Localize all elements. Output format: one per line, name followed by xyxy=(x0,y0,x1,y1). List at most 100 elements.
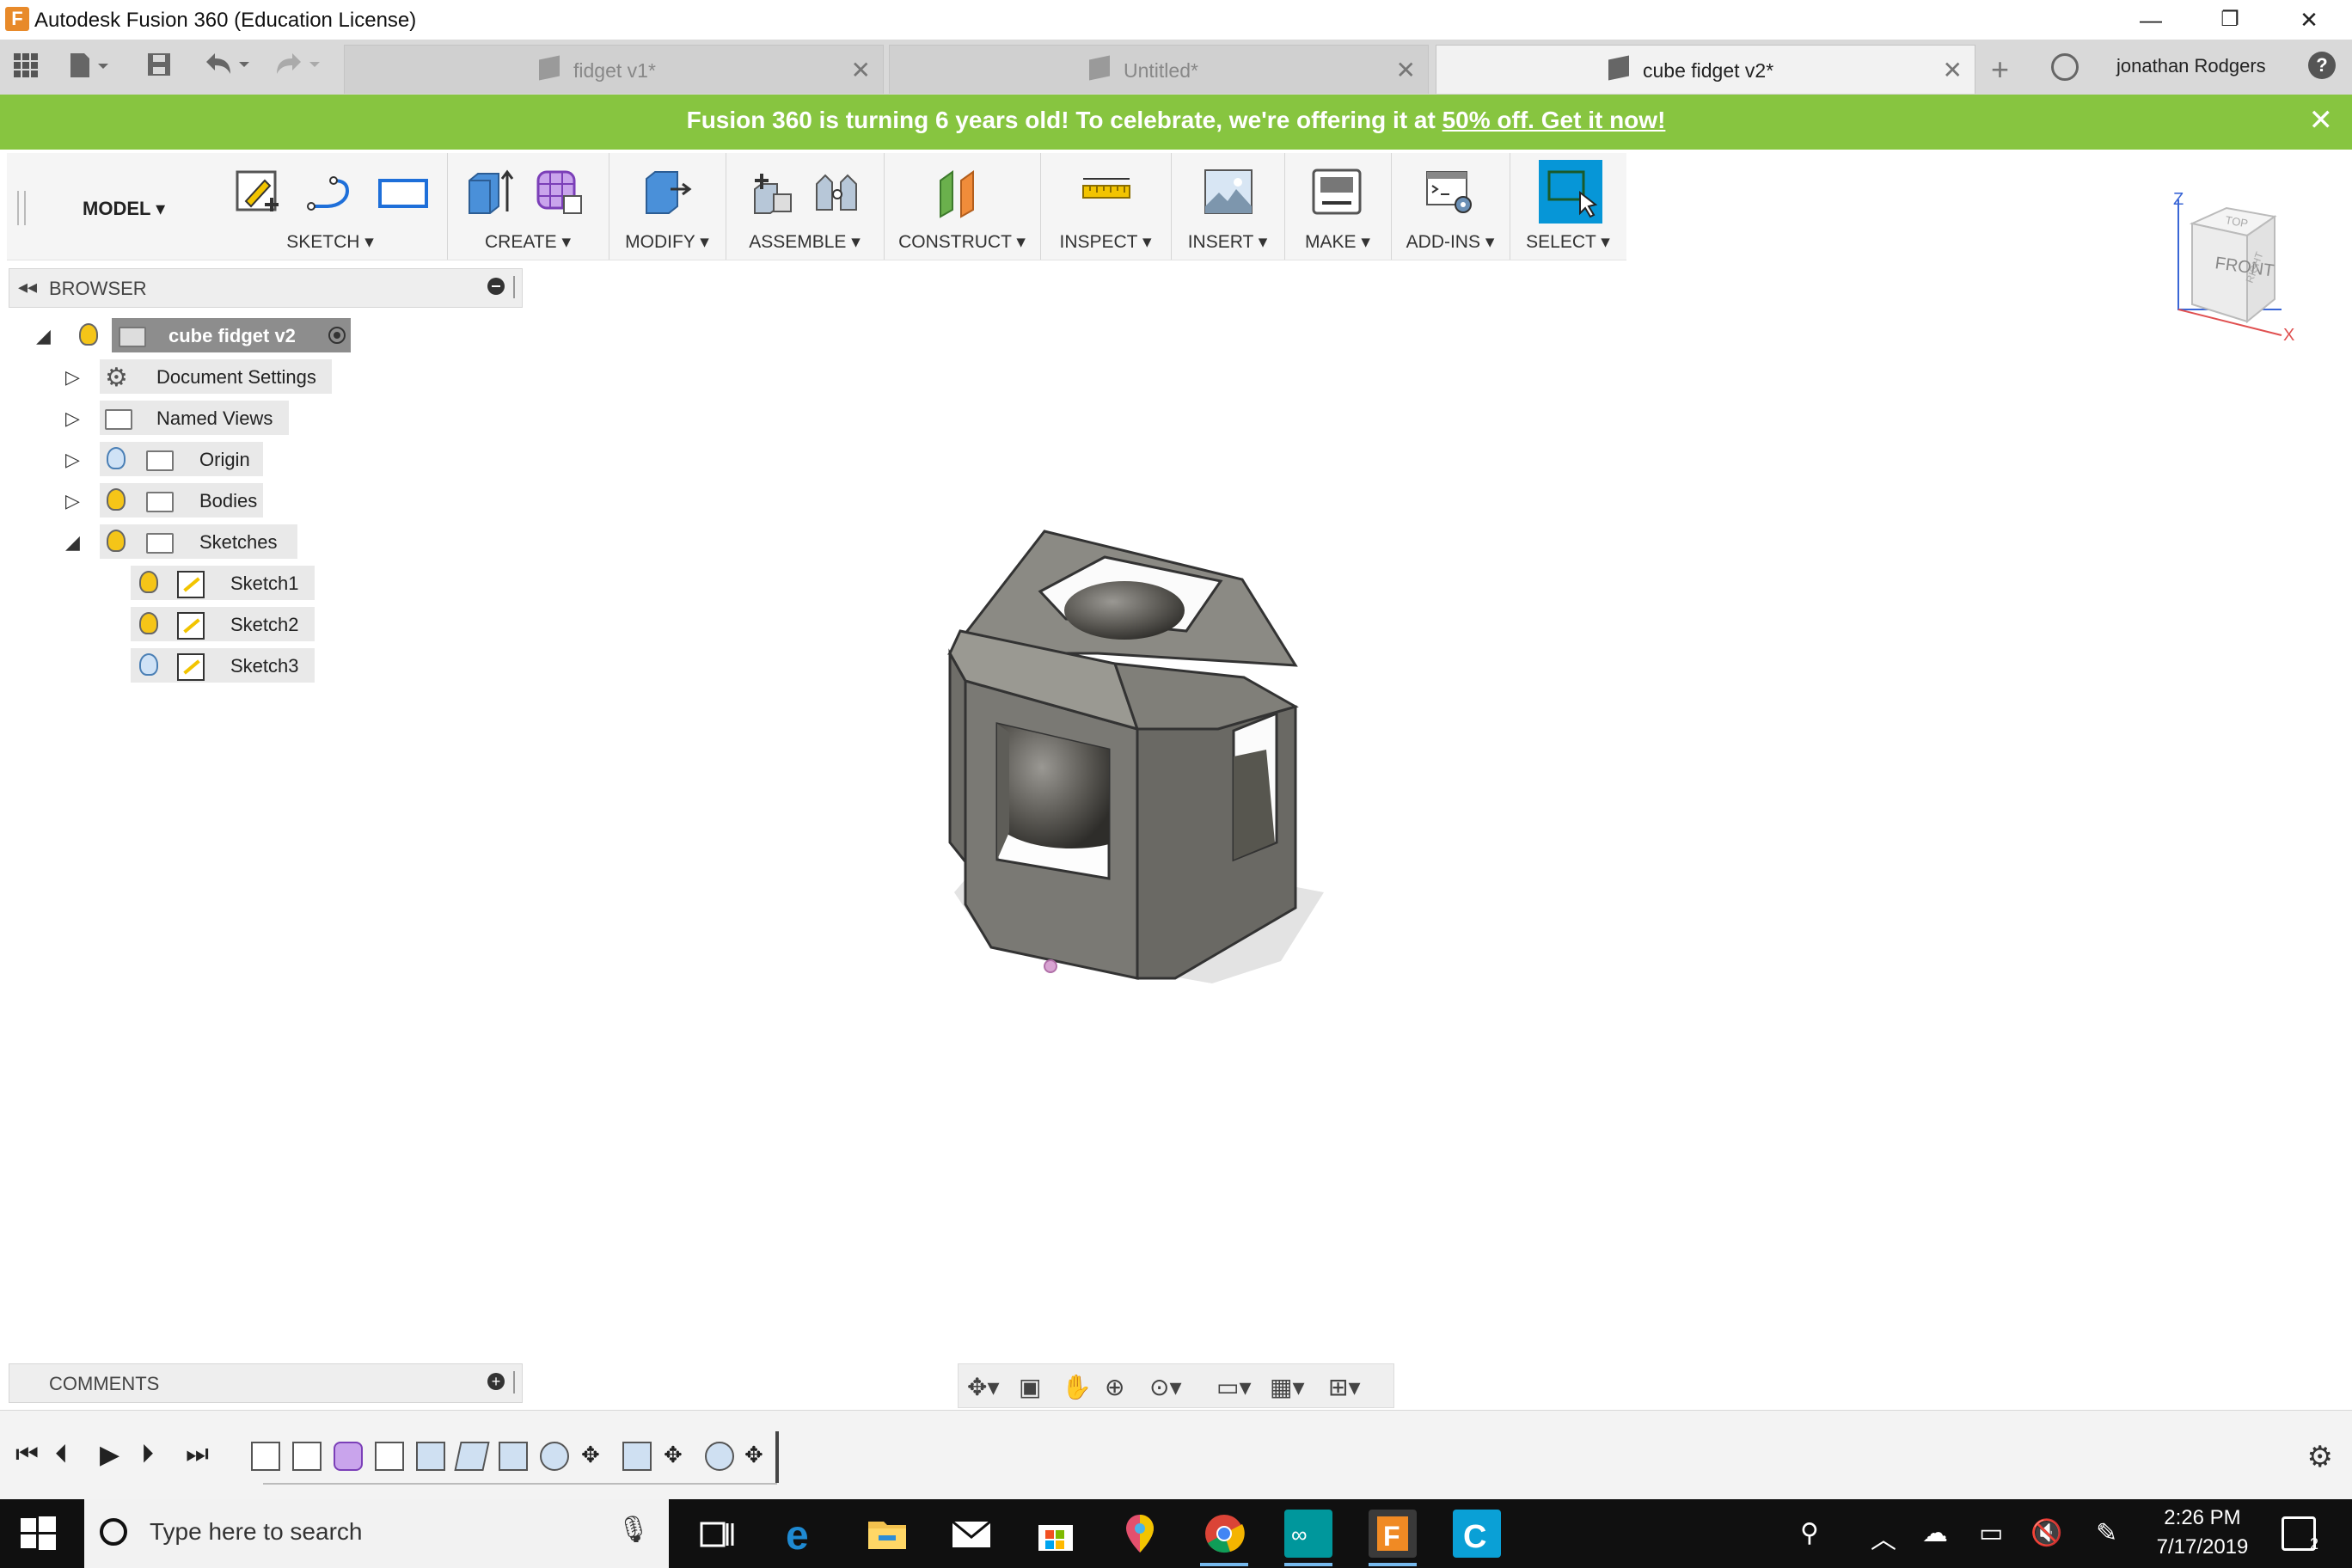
extrude-icon[interactable] xyxy=(464,163,518,220)
battery-icon[interactable]: ▭ xyxy=(1979,1518,2003,1548)
visibility-bulb-off-icon[interactable] xyxy=(107,447,126,469)
new-component-icon[interactable] xyxy=(743,163,796,220)
save-icon[interactable] xyxy=(146,52,172,84)
microphone-icon[interactable]: 🎙 xyxy=(617,1515,650,1545)
expand-triangle-icon[interactable]: ▷ xyxy=(65,490,80,512)
visibility-bulb-icon[interactable] xyxy=(139,612,158,634)
collapse-triangle-icon[interactable]: ◢ xyxy=(65,531,80,554)
volume-muted-icon[interactable]: 🔇 xyxy=(2030,1518,2062,1548)
tab-fidget-v1[interactable]: fidget v1* ✕ xyxy=(344,45,884,94)
visibility-bulb-icon[interactable] xyxy=(107,488,126,511)
play-icon[interactable]: ▶ xyxy=(100,1440,119,1470)
go-to-end-icon[interactable]: ⏭ xyxy=(186,1440,209,1469)
timeline-marker[interactable] xyxy=(775,1431,779,1483)
store-icon[interactable] xyxy=(1032,1510,1080,1558)
activate-radio-icon[interactable] xyxy=(328,327,346,344)
visibility-bulb-icon[interactable] xyxy=(107,530,126,552)
scripts-addins-icon[interactable] xyxy=(1424,163,1477,220)
timeline-sketch-icon[interactable] xyxy=(292,1442,322,1471)
tab-cube-fidget-v2[interactable]: cube fidget v2* ✕ xyxy=(1436,45,1975,94)
cube-fidget-model[interactable] xyxy=(928,499,1375,1014)
offset-plane-icon[interactable] xyxy=(935,163,989,220)
make-menu-label[interactable]: MAKE ▾ xyxy=(1284,231,1391,253)
look-at-icon[interactable]: ▣ xyxy=(1019,1373,1041,1401)
onedrive-cloud-icon[interactable]: ☁ xyxy=(1922,1518,1948,1548)
joint-icon[interactable] xyxy=(812,163,865,220)
tab-untitled[interactable]: Untitled* ✕ xyxy=(889,45,1429,94)
construct-menu-label[interactable]: CONSTRUCT ▾ xyxy=(884,231,1040,253)
user-name[interactable]: jonathan Rodgers xyxy=(2116,55,2266,77)
close-tab-icon[interactable]: ✕ xyxy=(1943,56,1963,84)
display-settings-icon[interactable]: ▭▾ xyxy=(1216,1373,1252,1401)
close-tab-icon[interactable]: ✕ xyxy=(1396,56,1416,84)
tree-item-bodies[interactable]: ▷ Bodies xyxy=(65,483,263,518)
select-tool-icon[interactable] xyxy=(1539,160,1602,224)
taskbar-clock-time[interactable]: 2:26 PM xyxy=(2151,1506,2254,1530)
cura-icon[interactable]: C xyxy=(1453,1510,1501,1558)
tree-item-origin[interactable]: ▷ Origin xyxy=(65,442,263,476)
undo-icon[interactable] xyxy=(203,52,254,84)
step-back-icon[interactable]: ⏴ xyxy=(55,1440,68,1469)
expand-triangle-icon[interactable]: ▷ xyxy=(65,449,80,471)
visibility-bulb-off-icon[interactable] xyxy=(139,653,158,676)
inspect-menu-label[interactable]: INSPECT ▾ xyxy=(1040,231,1171,253)
panel-resize-handle[interactable] xyxy=(513,276,518,298)
timeline-sketch-icon[interactable] xyxy=(251,1442,280,1471)
task-view-icon[interactable] xyxy=(691,1510,739,1558)
timeline-form-icon[interactable] xyxy=(334,1442,363,1471)
zoom-window-icon[interactable]: ⊙▾ xyxy=(1149,1373,1182,1401)
maps-pin-icon[interactable] xyxy=(1116,1510,1164,1558)
root-component-name[interactable]: cube fidget v2 xyxy=(168,325,296,347)
close-banner-icon[interactable]: ✕ xyxy=(2309,103,2334,138)
timeline-sphere-icon[interactable] xyxy=(705,1442,734,1471)
collapse-triangle-icon[interactable]: ◢ xyxy=(36,325,51,347)
pan-hand-icon[interactable]: ✋ xyxy=(1062,1373,1092,1401)
line-tool-icon[interactable] xyxy=(304,163,358,220)
press-pull-icon[interactable] xyxy=(641,163,695,220)
tree-root-component[interactable]: ◢ cube fidget v2 xyxy=(31,318,366,352)
select-menu-label[interactable]: SELECT ▾ xyxy=(1510,231,1626,253)
tree-item-document-settings[interactable]: ▷ ⚙ Document Settings xyxy=(65,359,332,394)
comments-panel-header[interactable]: COMMENTS + xyxy=(9,1363,523,1403)
add-comment-icon[interactable]: + xyxy=(487,1373,505,1390)
insert-menu-label[interactable]: INSERT ▾ xyxy=(1171,231,1284,253)
expand-triangle-icon[interactable]: ▷ xyxy=(65,407,80,430)
go-to-start-icon[interactable]: ⏮ xyxy=(15,1440,39,1469)
tree-item-sketch1[interactable]: Sketch1 xyxy=(131,566,315,600)
create-sketch-icon[interactable] xyxy=(232,163,285,220)
pen-workspace-icon[interactable]: ✎ xyxy=(2096,1518,2117,1548)
toolbar-grip[interactable] xyxy=(17,191,26,225)
timeline-sphere-icon[interactable] xyxy=(540,1442,569,1471)
tree-item-sketch2[interactable]: Sketch2 xyxy=(131,607,315,641)
timeline-move-icon[interactable]: ✥ xyxy=(664,1442,689,1467)
data-panel-grid-icon[interactable] xyxy=(12,52,40,86)
arduino-icon[interactable]: ∞ xyxy=(1284,1510,1332,1566)
job-status-icon[interactable] xyxy=(2051,53,2079,81)
workspace-switcher[interactable]: MODEL ▾ xyxy=(83,198,165,220)
minimize-button[interactable]: — xyxy=(2115,3,2187,36)
tree-item-sketches[interactable]: ◢ Sketches xyxy=(65,524,297,559)
new-tab-plus-icon[interactable]: + xyxy=(1991,52,2009,88)
show-hidden-icons-chevron-icon[interactable]: ︿ xyxy=(1871,1518,1896,1556)
edge-browser-icon[interactable]: e xyxy=(779,1510,827,1559)
taskbar-search-box[interactable]: Type here to search 🎙 xyxy=(84,1499,669,1568)
add-ins-menu-label[interactable]: ADD-INS ▾ xyxy=(1391,231,1510,253)
close-tab-icon[interactable]: ✕ xyxy=(851,56,871,84)
3d-print-icon[interactable] xyxy=(1310,163,1363,220)
action-center-icon[interactable]: 2 xyxy=(2282,1516,2318,1553)
collapse-panel-icon[interactable]: ◂◂ xyxy=(18,276,37,298)
modify-menu-label[interactable]: MODIFY ▾ xyxy=(609,231,726,253)
view-cube[interactable]: FRONT TOP RIGHT Z X xyxy=(2166,189,2304,345)
help-icon[interactable]: ? xyxy=(2308,52,2336,79)
timeline-combine-icon[interactable] xyxy=(622,1442,652,1471)
sketch-menu-label[interactable]: SKETCH ▾ xyxy=(213,231,447,253)
panel-resize-handle[interactable] xyxy=(513,1371,518,1393)
timeline-move-icon[interactable]: ✥ xyxy=(581,1442,607,1467)
orbit-icon[interactable]: ✥▾ xyxy=(967,1373,1000,1401)
file-explorer-icon[interactable] xyxy=(863,1510,911,1558)
promo-link[interactable]: 50% off. Get it now! xyxy=(1442,107,1666,133)
step-forward-icon[interactable]: ⏵ xyxy=(141,1440,154,1469)
assemble-menu-label[interactable]: ASSEMBLE ▾ xyxy=(726,231,884,253)
expand-triangle-icon[interactable]: ▷ xyxy=(65,366,80,389)
restore-button[interactable]: ❐ xyxy=(2194,3,2266,36)
